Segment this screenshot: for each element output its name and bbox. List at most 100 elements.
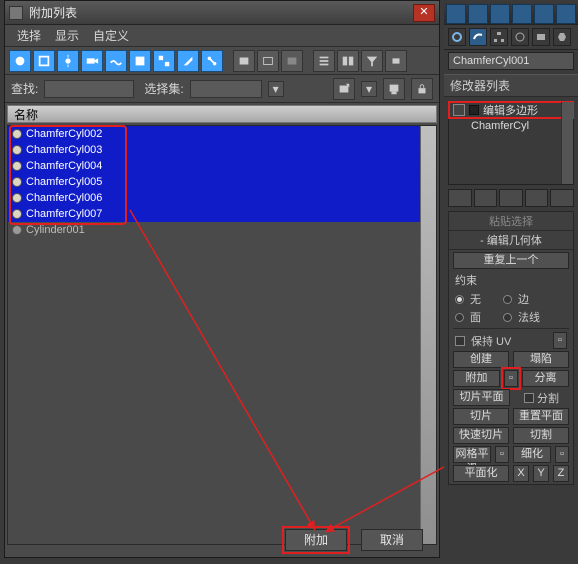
make-unique-icon[interactable] (499, 189, 523, 207)
attach-button[interactable]: 附加 (285, 529, 347, 551)
tool-display-all-icon[interactable] (233, 50, 255, 72)
tool-space-icon[interactable] (129, 50, 151, 72)
list-item[interactable]: ChamferCyl002 (8, 126, 420, 142)
tab-motion-icon[interactable] (511, 28, 529, 46)
list-header-name[interactable]: 名称 (7, 105, 437, 123)
tool-group-icon[interactable] (153, 50, 175, 72)
list-item-label: ChamferCyl004 (26, 160, 102, 172)
rollup-title[interactable]: - 编辑几何体 (449, 231, 573, 250)
tool-filter-icon[interactable] (361, 50, 383, 72)
selset-add-dropdown-icon[interactable]: ▾ (361, 81, 377, 97)
split-checkbox[interactable] (524, 393, 534, 403)
tool-col-2-icon[interactable] (337, 50, 359, 72)
tool-col-1-icon[interactable] (313, 50, 335, 72)
msmooth-settings-button[interactable]: ▫ (495, 446, 509, 463)
selset-lock-icon[interactable] (411, 78, 433, 100)
cancel-button[interactable]: 取消 (361, 529, 423, 551)
list-scrollbar[interactable] (420, 126, 436, 544)
constraint-face-radio[interactable] (455, 313, 464, 322)
modifier-list-label[interactable]: 修改器列表 (444, 74, 578, 97)
preserve-uv-settings-button[interactable]: ▫ (553, 332, 567, 349)
tab-create-icon[interactable] (448, 28, 466, 46)
show-end-icon[interactable] (474, 189, 498, 207)
list-item[interactable]: ChamferCyl007 (8, 206, 420, 222)
object-name-field[interactable]: ChamferCyl001 (448, 52, 574, 70)
modifier-edit-poly[interactable]: 编辑多边形 (449, 102, 573, 118)
slice-button[interactable]: 切片 (453, 408, 509, 425)
title-bar[interactable]: 附加列表 ✕ (5, 1, 439, 25)
constraint-none-radio[interactable] (455, 295, 464, 304)
collapse-button[interactable]: 塌陷 (513, 351, 569, 368)
menu-select[interactable]: 选择 (17, 27, 41, 44)
modifier-base-object[interactable]: ChamferCyl (449, 118, 573, 134)
tool-camera-icon[interactable] (81, 50, 103, 72)
preserve-uv-checkbox[interactable] (455, 336, 465, 346)
main-tool-icon[interactable] (534, 4, 554, 24)
remove-mod-icon[interactable] (525, 189, 549, 207)
list-item[interactable]: ChamferCyl006 (8, 190, 420, 206)
make-planar-button[interactable]: 平面化 (453, 465, 509, 482)
object-icon (12, 209, 22, 219)
list-item[interactable]: ChamferCyl005 (8, 174, 420, 190)
menu-display[interactable]: 显示 (55, 27, 79, 44)
tool-display-invert-icon[interactable] (281, 50, 303, 72)
tab-utilities-icon[interactable] (553, 28, 571, 46)
constraint-edge-radio[interactable] (503, 295, 512, 304)
tool-helper-icon[interactable] (105, 50, 127, 72)
list-item[interactable]: ChamferCyl004 (8, 158, 420, 174)
detach-button[interactable]: 分离 (522, 370, 569, 387)
quick-slice-button[interactable]: 快速切片 (453, 427, 509, 444)
search-input[interactable] (44, 80, 134, 98)
tab-hierarchy-icon[interactable] (490, 28, 508, 46)
tool-geometry-icon[interactable] (9, 50, 31, 72)
menu-custom[interactable]: 自定义 (93, 27, 129, 44)
checkbox-label: 分割 (537, 390, 559, 406)
slice-plane-button[interactable]: 切片平面 (453, 389, 510, 406)
tab-modify-icon[interactable] (469, 28, 487, 46)
rollup-hint: 粘贴选择 (449, 212, 573, 231)
tessellate-settings-button[interactable]: ▫ (555, 446, 569, 463)
main-tool-icon[interactable] (446, 4, 466, 24)
pin-stack-icon[interactable] (448, 189, 472, 207)
main-tool-icon[interactable] (490, 4, 510, 24)
main-tool-icon[interactable] (512, 4, 532, 24)
cut-button[interactable]: 切割 (513, 427, 569, 444)
selection-set-input[interactable] (190, 80, 262, 98)
tessellate-button[interactable]: 细化 (513, 446, 551, 463)
planar-x-button[interactable]: X (513, 465, 529, 482)
selection-set-dropdown-icon[interactable]: ▾ (268, 81, 284, 97)
modifier-stack-scrollbar[interactable] (561, 102, 573, 184)
close-icon[interactable]: ✕ (413, 4, 435, 22)
tool-display-none-icon[interactable] (257, 50, 279, 72)
list-item[interactable]: ChamferCyl003 (8, 142, 420, 158)
reset-plane-button[interactable]: 重置平面 (513, 408, 569, 425)
tool-xref-icon[interactable] (177, 50, 199, 72)
tool-light-icon[interactable] (57, 50, 79, 72)
expand-icon[interactable] (469, 105, 479, 115)
list-item[interactable]: Cylinder001 (8, 222, 420, 238)
list-item-label: ChamferCyl003 (26, 144, 102, 156)
config-stack-icon[interactable] (550, 189, 574, 207)
attach-geo-button[interactable]: 附加 (453, 370, 500, 387)
dialog-buttons: 附加 取消 (285, 529, 423, 551)
constraint-normal-radio[interactable] (503, 313, 512, 322)
tool-shape-icon[interactable] (33, 50, 55, 72)
radio-label: 边 (518, 291, 529, 307)
planar-y-button[interactable]: Y (533, 465, 549, 482)
selset-save-icon[interactable] (383, 78, 405, 100)
radio-label: 面 (470, 309, 481, 325)
main-tool-icon[interactable] (468, 4, 488, 24)
msmooth-button[interactable]: 网格平滑 (453, 446, 491, 463)
main-tool-icon[interactable] (556, 4, 576, 24)
tab-display-icon[interactable] (532, 28, 550, 46)
list-item-label: ChamferCyl002 (26, 128, 102, 140)
attach-list-dialog: 附加列表 ✕ 选择 显示 自定义 查找: 选择集: ▾ ▾ (4, 0, 440, 558)
eye-icon[interactable] (453, 104, 465, 116)
tool-bone-icon[interactable] (201, 50, 223, 72)
create-button[interactable]: 创建 (453, 351, 509, 368)
planar-z-button[interactable]: Z (553, 465, 569, 482)
selset-add-icon[interactable] (333, 78, 355, 100)
tool-sort-icon[interactable] (385, 50, 407, 72)
repeat-last-button[interactable]: 重复上一个 (453, 252, 569, 269)
attach-list-button[interactable]: ▫ (504, 370, 518, 387)
